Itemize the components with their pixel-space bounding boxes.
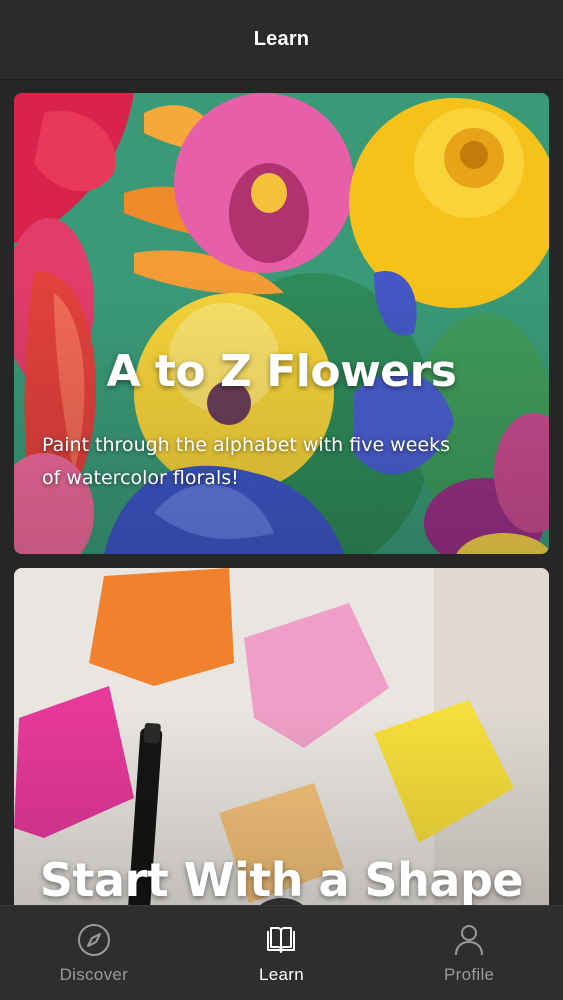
course-card-start-with-a-shape[interactable]: Start With a Shape — [14, 568, 549, 918]
tab-label: Learn — [258, 965, 304, 984]
tab-profile[interactable]: Profile — [376, 906, 563, 1000]
bottom-tab-bar: Discover Learn Profile — [0, 905, 563, 1000]
person-icon — [455, 925, 484, 956]
card-title: A to Z Flowers — [106, 346, 457, 397]
page-title: Learn — [253, 28, 310, 50]
book-icon — [267, 927, 296, 953]
tab-label: Profile — [443, 965, 495, 984]
learn-screen: Learn A to Z Flowers Paint through the a… — [0, 0, 563, 1000]
tab-learn[interactable]: Learn — [188, 906, 375, 1000]
tab-discover[interactable]: Discover — [0, 906, 187, 1000]
header: Learn — [0, 0, 563, 80]
tab-label: Discover — [59, 965, 129, 984]
card-description: Paint through the alphabet with five wee… — [42, 434, 450, 489]
compass-icon — [77, 924, 110, 956]
course-card-a-to-z-flowers[interactable]: A to Z Flowers Paint through the alphabe… — [14, 93, 549, 554]
